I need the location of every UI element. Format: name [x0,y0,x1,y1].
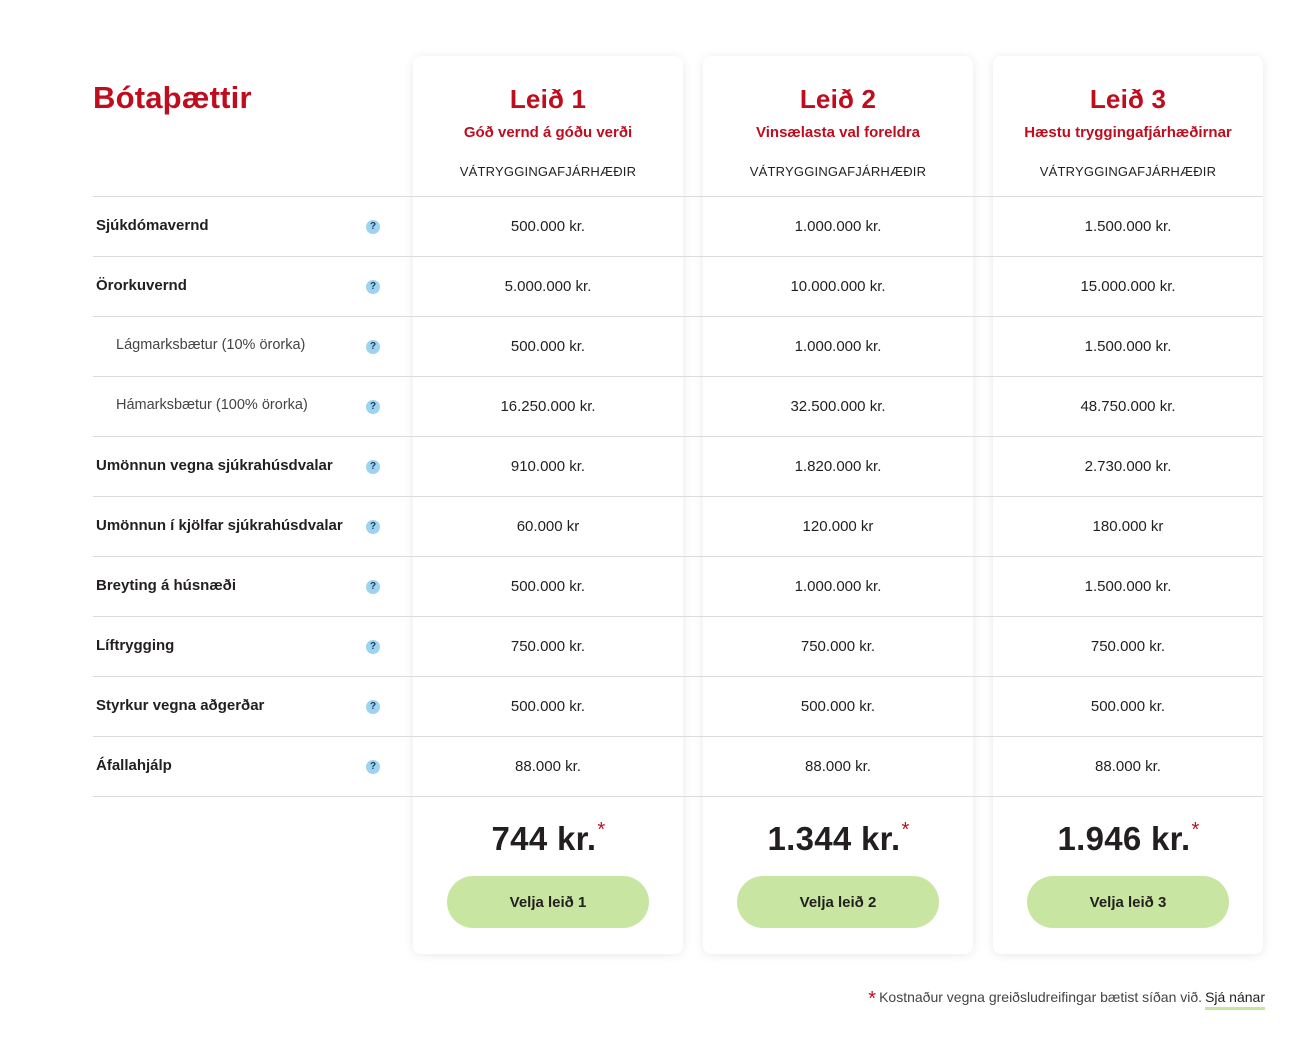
value-cell-plan-3: 1.500.000 kr. [1084,578,1172,595]
table-row: Áfallahjálp ? 88.000 kr. 88.000 kr. 88.0… [93,736,1263,797]
price-asterisk: * [901,819,910,841]
value-cell-plan-1: 500.000 kr. [510,578,586,595]
value-cell-plan-1: 500.000 kr. [510,338,586,355]
table-row: Lágmarksbætur (10% örorka) ? 500.000 kr.… [93,316,1263,376]
see-more-link[interactable]: Sjá nánar [1205,989,1265,1010]
row-label: Styrkur vegna aðgerðar [96,697,265,714]
row-label: Breyting á húsnæði [96,577,237,594]
column-header: VÁTRYGGINGAFJÁRHÆÐIR [1039,164,1217,179]
row-label: Líftrygging [96,637,175,654]
plan-header: Leið 3 Hæstu tryggingafjárhæðirnar VÁTRY… [993,56,1263,196]
price-asterisk: * [1191,819,1200,841]
value-cell-plan-3: 500.000 kr. [1090,698,1166,715]
help-icon[interactable]: ? [366,520,380,534]
benefits-table: Sjúkdómavernd ? 500.000 kr. 1.000.000 kr… [93,196,1263,797]
column-header: VÁTRYGGINGAFJÁRHÆÐIR [749,164,927,179]
table-row: Líftrygging ? 750.000 kr. 750.000 kr. 75… [93,616,1263,676]
help-icon[interactable]: ? [366,400,380,414]
value-cell-plan-3: 48.750.000 kr. [1080,398,1176,415]
value-cell-plan-2: 120.000 kr [802,518,874,535]
comparison-page: Leið 1 Góð vernd á góðu verði VÁTRYGGING… [0,0,1302,1041]
table-row: Styrkur vegna aðgerðar ? 500.000 kr. 500… [93,676,1263,736]
plan-price-2: 1.344 kr.* [703,819,973,858]
value-cell-plan-1: 5.000.000 kr. [504,278,592,295]
value-cell-plan-1: 88.000 kr. [515,758,581,775]
value-cell-plan-2: 1.000.000 kr. [794,218,882,235]
footnote-text: Kostnaður vegna greiðsludreifingar bætis… [879,989,1203,1005]
plan-title: Leið 1 [509,84,587,114]
plan-price-3: 1.946 kr.* [993,819,1263,858]
plan-header: Leið 1 Góð vernd á góðu verði VÁTRYGGING… [413,56,683,196]
select-plan-1-button[interactable]: Velja leið 1 [447,876,649,928]
help-icon[interactable]: ? [366,700,380,714]
value-cell-plan-2: 32.500.000 kr. [790,398,886,415]
page-title: Bótaþættir [93,80,252,115]
select-plan-3-button[interactable]: Velja leið 3 [1027,876,1229,928]
table-row: Sjúkdómavernd ? 500.000 kr. 1.000.000 kr… [93,196,1263,256]
help-icon[interactable]: ? [366,640,380,654]
value-cell-plan-1: 500.000 kr. [510,698,586,715]
plan-price-1: 744 kr.* [413,819,683,858]
row-label: Umönnun í kjölfar sjúkrahúsdvalar [96,517,343,534]
help-icon[interactable]: ? [366,460,380,474]
help-icon[interactable]: ? [366,340,380,354]
value-cell-plan-3: 1.500.000 kr. [1084,218,1172,235]
value-cell-plan-2: 1.000.000 kr. [794,338,882,355]
table-row: Umönnun í kjölfar sjúkrahúsdvalar ? 60.0… [93,496,1263,556]
value-cell-plan-1: 910.000 kr. [510,458,586,475]
value-cell-plan-3: 1.500.000 kr. [1084,338,1172,355]
value-cell-plan-3: 750.000 kr. [1090,638,1166,655]
row-label: Lágmarksbætur (10% örorka) [116,337,306,353]
row-label: Umönnun vegna sjúkrahúsdvalar [96,457,333,474]
price-asterisk: * [597,819,606,841]
value-cell-plan-2: 10.000.000 kr. [790,278,886,295]
help-icon[interactable]: ? [366,760,380,774]
plan-subtitle: Góð vernd á góðu verði [463,124,633,141]
footnote-asterisk: * [868,988,877,1010]
table-row: Örorkuvernd ? 5.000.000 kr. 10.000.000 k… [93,256,1263,316]
value-cell-plan-2: 750.000 kr. [800,638,876,655]
value-cell-plan-2: 1.000.000 kr. [794,578,882,595]
plan-subtitle: Hæstu tryggingafjárhæðirnar [1024,124,1232,141]
footnote: * Kostnaður vegna greiðsludreifingar bæti… [868,985,1265,1010]
price-value: 1.344 kr. [767,820,901,857]
help-icon[interactable]: ? [366,220,380,234]
value-cell-plan-1: 750.000 kr. [510,638,586,655]
value-cell-plan-2: 88.000 kr. [805,758,871,775]
value-cell-plan-3: 180.000 kr [1092,518,1164,535]
plan-title: Leið 2 [799,84,877,114]
value-cell-plan-3: 88.000 kr. [1095,758,1161,775]
plan-title: Leið 3 [1089,84,1167,114]
value-cell-plan-1: 500.000 kr. [510,218,586,235]
row-label: Örorkuvernd [96,277,187,294]
price-value: 744 kr. [491,820,597,857]
value-cell-plan-3: 2.730.000 kr. [1084,458,1172,475]
row-label: Hámarksbætur (100% örorka) [116,397,308,413]
value-cell-plan-1: 60.000 kr [516,518,580,535]
price-value: 1.946 kr. [1057,820,1191,857]
row-label: Áfallahjálp [96,757,172,774]
select-plan-2-button[interactable]: Velja leið 2 [737,876,939,928]
value-cell-plan-2: 500.000 kr. [800,698,876,715]
plan-subtitle: Vinsælasta val foreldra [756,124,920,141]
help-icon[interactable]: ? [366,280,380,294]
value-cell-plan-3: 15.000.000 kr. [1080,278,1176,295]
table-row: Umönnun vegna sjúkrahúsdvalar ? 910.000 … [93,436,1263,496]
column-header: VÁTRYGGINGAFJÁRHÆÐIR [459,164,637,179]
table-row: Hámarksbætur (100% örorka) ? 16.250.000 … [93,376,1263,436]
plan-header: Leið 2 Vinsælasta val foreldra VÁTRYGGIN… [703,56,973,196]
table-row: Breyting á húsnæði ? 500.000 kr. 1.000.0… [93,556,1263,616]
row-label: Sjúkdómavernd [96,217,209,234]
help-icon[interactable]: ? [366,580,380,594]
value-cell-plan-1: 16.250.000 kr. [500,398,596,415]
value-cell-plan-2: 1.820.000 kr. [794,458,882,475]
